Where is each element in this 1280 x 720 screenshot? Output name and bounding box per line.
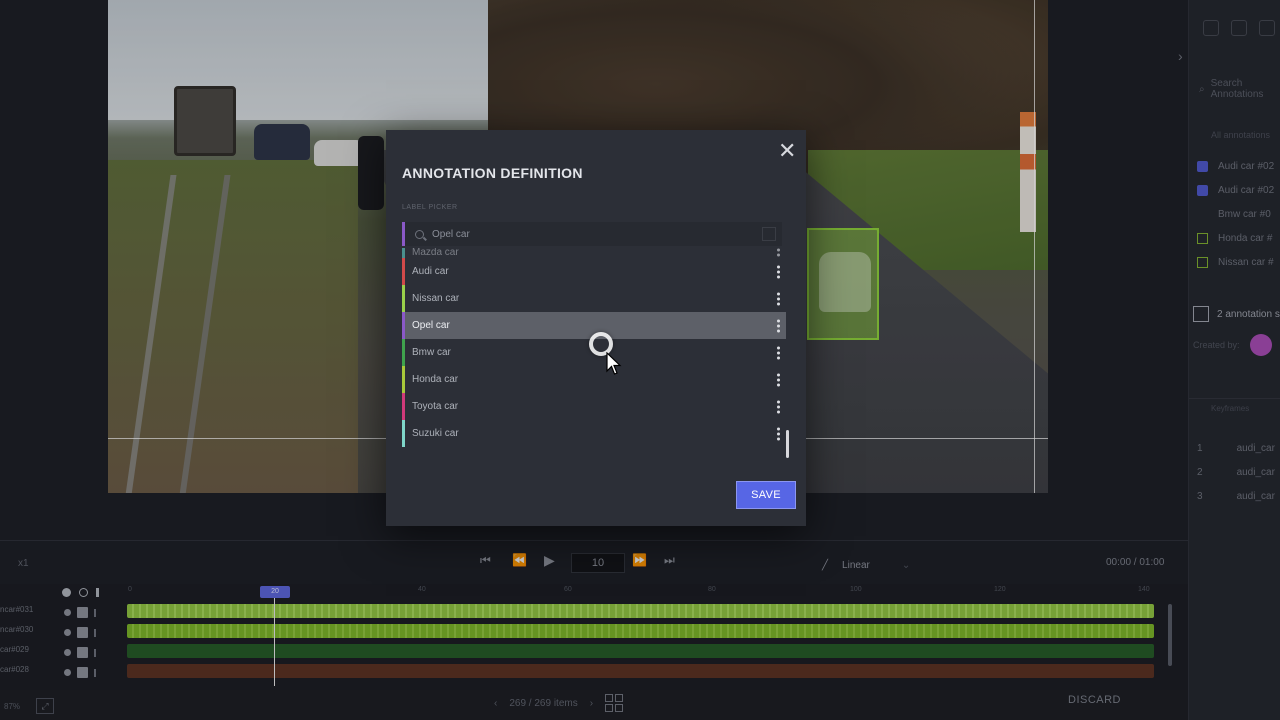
label-item[interactable]: Suzuki car [402, 420, 786, 447]
label-search-input[interactable] [432, 228, 762, 240]
more-options-icon[interactable] [777, 265, 781, 278]
label-item[interactable]: Honda car [402, 366, 786, 393]
label-search [402, 222, 782, 246]
close-icon[interactable]: ✕ [778, 140, 796, 162]
more-options-icon[interactable] [777, 400, 781, 413]
label-name: Audi car [412, 266, 449, 277]
label-list-scrollbar[interactable] [786, 430, 789, 458]
label-name: Mazda car [412, 248, 459, 258]
more-options-icon[interactable] [777, 427, 781, 440]
dialog-title: ANNOTATION DEFINITION [402, 165, 583, 181]
more-options-icon[interactable] [777, 319, 781, 332]
more-options-icon[interactable] [777, 248, 781, 257]
label-item[interactable]: Mazda car [402, 248, 786, 258]
annotation-definition-dialog: ANNOTATION DEFINITION ✕ LABEL PICKER Maz… [386, 130, 806, 526]
label-name: Honda car [412, 374, 459, 385]
label-item[interactable]: Audi car [402, 258, 786, 285]
mouse-cursor-icon [606, 352, 622, 375]
more-options-icon[interactable] [777, 292, 781, 305]
label-name: Opel car [412, 320, 450, 331]
annotation-app: › ⌕ Search Annotations All annotations A… [0, 0, 1280, 720]
label-name: Toyota car [412, 401, 459, 412]
label-picker-heading: LABEL PICKER [402, 204, 458, 211]
label-name: Suzuki car [412, 428, 459, 439]
save-button[interactable]: SAVE [736, 481, 796, 509]
label-item[interactable]: Nissan car [402, 285, 786, 312]
label-item[interactable]: Toyota car [402, 393, 786, 420]
label-name: Nissan car [412, 293, 460, 304]
label-name: Bmw car [412, 347, 451, 358]
add-label-icon[interactable] [762, 227, 776, 241]
more-options-icon[interactable] [777, 373, 781, 386]
search-icon [415, 229, 424, 239]
label-list: Mazda car Audi car Nissan car Opel car B… [402, 248, 786, 462]
more-options-icon[interactable] [777, 346, 781, 359]
